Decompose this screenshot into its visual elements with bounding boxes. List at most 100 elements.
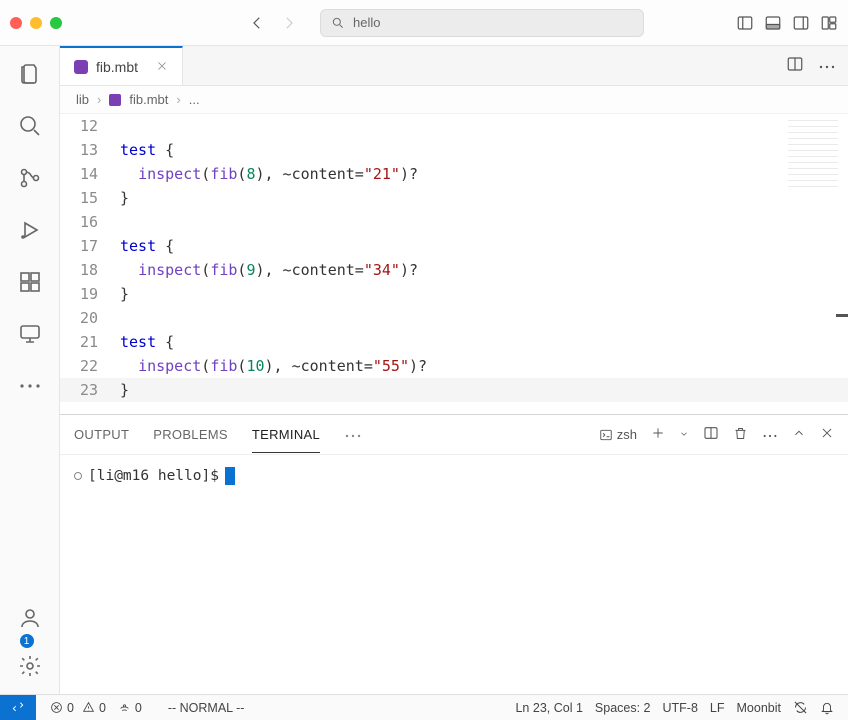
more-actions-icon[interactable]	[818, 58, 836, 73]
code-line[interactable]: 19}	[60, 282, 848, 306]
encoding[interactable]: UTF-8	[657, 701, 704, 715]
code-line[interactable]: 16	[60, 210, 848, 234]
line-number: 13	[60, 138, 120, 162]
code-content[interactable]: inspect(fib(8), ~content="21")?	[120, 162, 418, 186]
errors-warnings[interactable]: 0 0	[44, 701, 112, 715]
search-icon[interactable]	[16, 112, 44, 140]
panel-more-icon[interactable]	[344, 427, 362, 442]
minimize-window-button[interactable]	[30, 17, 42, 29]
panel-right-toggle-icon[interactable]	[792, 14, 810, 32]
breadcrumb[interactable]: lib › fib.mbt › ...	[60, 86, 848, 114]
remote-explorer-icon[interactable]	[16, 320, 44, 348]
code-line[interactable]: 12	[60, 114, 848, 138]
tab-terminal[interactable]: TERMINAL	[252, 417, 320, 453]
line-number: 14	[60, 162, 120, 186]
code-line[interactable]: 15}	[60, 186, 848, 210]
maximize-window-button[interactable]	[50, 17, 62, 29]
nav-back-button[interactable]	[246, 12, 268, 34]
run-debug-icon[interactable]	[16, 216, 44, 244]
code-line[interactable]: 13test {	[60, 138, 848, 162]
terminal-cursor	[225, 467, 235, 485]
chevron-right-icon: ›	[176, 92, 180, 107]
tab-output[interactable]: OUTPUT	[74, 417, 129, 452]
activity-bar: 1	[0, 46, 60, 694]
code-line[interactable]: 14 inspect(fib(8), ~content="21")?	[60, 162, 848, 186]
extensions-icon[interactable]	[16, 268, 44, 296]
code-content[interactable]: }	[120, 186, 129, 210]
line-number: 17	[60, 234, 120, 258]
crumb-tail[interactable]: ...	[189, 92, 200, 107]
nav-forward-button[interactable]	[278, 12, 300, 34]
tab-fib-mbt[interactable]: fib.mbt	[60, 46, 183, 85]
tab-label: fib.mbt	[96, 59, 138, 75]
code-line[interactable]: 21test {	[60, 330, 848, 354]
eol[interactable]: LF	[704, 701, 731, 715]
search-text: hello	[353, 15, 380, 30]
code-line[interactable]: 23}	[60, 378, 848, 402]
explorer-icon[interactable]	[16, 60, 44, 88]
panel-more-icon[interactable]	[762, 427, 778, 442]
line-number: 18	[60, 258, 120, 282]
chevron-right-icon: ›	[97, 92, 101, 107]
code-content[interactable]: inspect(fib(9), ~content="34")?	[120, 258, 418, 282]
terminal-body[interactable]: [li@m16 hello]$	[60, 455, 848, 694]
line-number: 19	[60, 282, 120, 306]
prompt-status-icon	[74, 472, 82, 480]
panel-bottom-toggle-icon[interactable]	[764, 14, 782, 32]
ports-indicator[interactable]: 0	[112, 701, 148, 715]
split-editor-icon[interactable]	[786, 55, 804, 76]
minimap[interactable]	[788, 120, 838, 190]
crumb-file[interactable]: fib.mbt	[129, 92, 168, 107]
code-content[interactable]: test {	[120, 138, 174, 162]
notifications-icon[interactable]	[814, 701, 840, 715]
terminal-profile-icon[interactable]: zsh	[599, 427, 637, 442]
code-content[interactable]: }	[120, 378, 129, 402]
new-terminal-icon[interactable]	[651, 426, 665, 443]
code-line[interactable]: 22 inspect(fib(10), ~content="55")?	[60, 354, 848, 378]
bottom-panel: OUTPUT PROBLEMS TERMINAL zsh	[60, 414, 848, 694]
code-content[interactable]: test {	[120, 330, 174, 354]
more-icon[interactable]	[16, 372, 44, 400]
code-content[interactable]: test {	[120, 234, 174, 258]
language-mode[interactable]: Moonbit	[731, 701, 787, 715]
line-number: 15	[60, 186, 120, 210]
tab-problems[interactable]: PROBLEMS	[153, 417, 228, 452]
search-icon	[331, 16, 345, 30]
vim-mode: -- NORMAL --	[162, 701, 251, 715]
code-line[interactable]: 18 inspect(fib(9), ~content="34")?	[60, 258, 848, 282]
sync-ignored-icon[interactable]	[787, 700, 814, 715]
code-content[interactable]: inspect(fib(10), ~content="55")?	[120, 354, 427, 378]
split-terminal-icon[interactable]	[703, 425, 719, 444]
settings-gear-icon[interactable]: 1	[16, 652, 44, 680]
account-icon[interactable]	[16, 604, 44, 632]
cursor-position[interactable]: Ln 23, Col 1	[509, 701, 588, 715]
line-number: 21	[60, 330, 120, 354]
indentation[interactable]: Spaces: 2	[589, 701, 657, 715]
shell-name: zsh	[617, 427, 637, 442]
line-number: 23	[60, 378, 120, 402]
code-editor[interactable]: 1213test {14 inspect(fib(8), ~content="2…	[60, 114, 848, 414]
line-number: 16	[60, 210, 120, 234]
customize-layout-icon[interactable]	[820, 14, 838, 32]
command-center-search[interactable]: hello	[320, 9, 644, 37]
maximize-panel-icon[interactable]	[792, 426, 806, 443]
line-number: 22	[60, 354, 120, 378]
status-bar: 0 0 0 -- NORMAL -- Ln 23, Col 1 Spaces: …	[0, 694, 848, 720]
scroll-mark	[836, 314, 848, 317]
terminal-prompt: [li@m16 hello]$	[88, 468, 219, 484]
code-line[interactable]: 20	[60, 306, 848, 330]
code-line[interactable]: 17test {	[60, 234, 848, 258]
source-control-icon[interactable]	[16, 164, 44, 192]
line-number: 20	[60, 306, 120, 330]
kill-terminal-icon[interactable]	[733, 426, 748, 444]
code-content[interactable]: }	[120, 282, 129, 306]
window-controls	[10, 17, 62, 29]
crumb-root[interactable]: lib	[76, 92, 89, 107]
panel-left-toggle-icon[interactable]	[736, 14, 754, 32]
close-window-button[interactable]	[10, 17, 22, 29]
close-tab-icon[interactable]	[156, 59, 168, 75]
editor-tabs: fib.mbt	[60, 46, 848, 86]
close-panel-icon[interactable]	[820, 426, 834, 443]
terminal-dropdown-icon[interactable]	[679, 427, 689, 442]
remote-indicator[interactable]	[0, 695, 36, 720]
